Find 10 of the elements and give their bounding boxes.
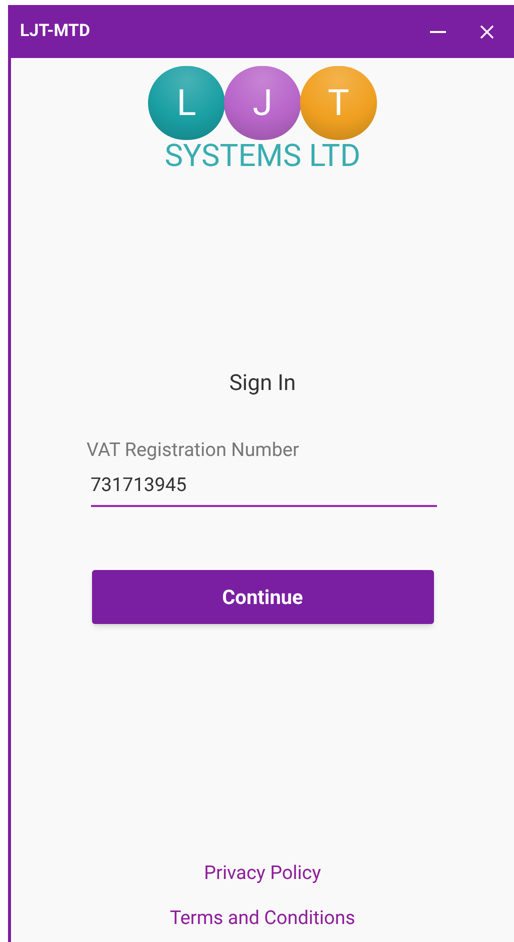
footer-link[interactable]: Privacy Policy [204, 859, 321, 888]
vat-input-field[interactable]: 731713945 [90, 464, 436, 507]
minimize-icon [430, 30, 446, 32]
field-label: VAT Registration Number [86, 437, 300, 463]
footer-link[interactable]: Terms and Conditions [170, 904, 356, 932]
continue-button[interactable]: Continue [92, 570, 434, 624]
logo-tagline: SYSTEMS LTD [164, 140, 360, 172]
window-title: LJT-MTD [20, 20, 91, 43]
minimize-button[interactable] [430, 30, 446, 32]
sign-in-heading: Sign In [229, 370, 296, 398]
